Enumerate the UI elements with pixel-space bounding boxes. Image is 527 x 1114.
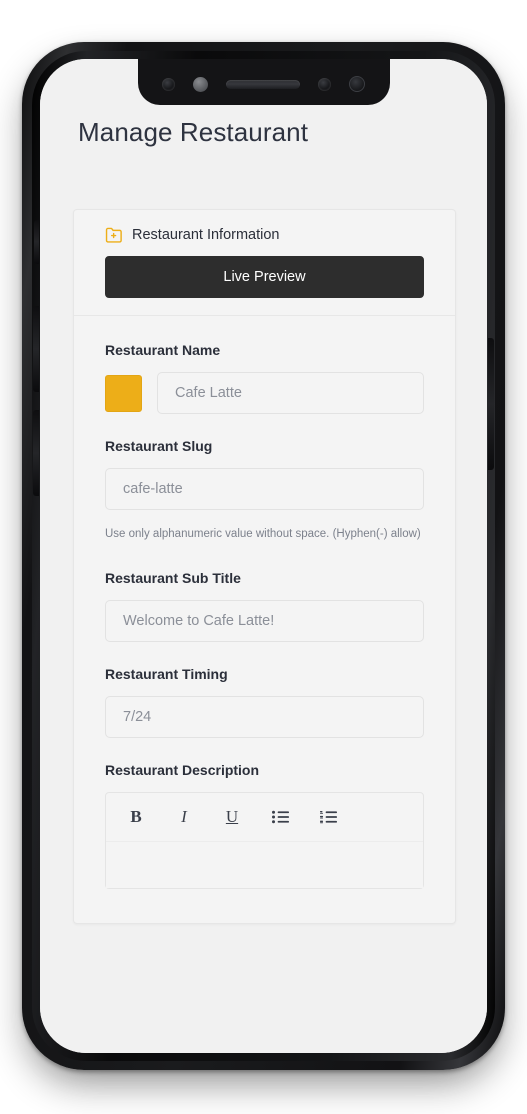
field-restaurant-name: Restaurant Name	[105, 342, 424, 414]
app-page: Manage Restaurant Restaurant Information	[40, 59, 487, 1053]
brand-color-swatch[interactable]	[105, 374, 142, 412]
underline-icon[interactable]: U	[208, 802, 256, 832]
card-header-title: Restaurant Information	[132, 227, 280, 243]
screenshot-stage: Manage Restaurant Restaurant Information	[0, 0, 527, 1114]
volume-down-button[interactable]	[33, 410, 39, 496]
restaurant-description-label: Restaurant Description	[105, 762, 260, 778]
editor-toolbar: B I U	[106, 793, 423, 842]
restaurant-slug-helper-text: Use only alphanumeric value without spac…	[105, 528, 421, 540]
restaurant-information-card: Restaurant Information Live Preview Rest…	[73, 209, 456, 924]
phone-notch	[137, 59, 390, 105]
field-restaurant-description: Restaurant Description B I U	[105, 762, 424, 889]
card-header-title-row: Restaurant Information	[105, 227, 424, 243]
restaurant-sub-title-label: Restaurant Sub Title	[105, 570, 241, 586]
bold-icon[interactable]: B	[112, 802, 160, 832]
infrared-sensor-icon	[318, 77, 331, 91]
restaurant-name-input[interactable]	[157, 372, 424, 414]
restaurant-slug-label: Restaurant Slug	[105, 438, 213, 454]
card-body: Restaurant Name Restaurant Slug Use only…	[74, 316, 455, 923]
phone-frame: Manage Restaurant Restaurant Information	[22, 42, 505, 1070]
phone-screen: Manage Restaurant Restaurant Information	[40, 59, 487, 1053]
field-restaurant-slug: Restaurant Slug Use only alphanumeric va…	[105, 438, 424, 546]
card-header: Restaurant Information Live Preview	[74, 210, 455, 316]
folder-plus-icon	[105, 227, 123, 243]
field-restaurant-timing: Restaurant Timing	[105, 666, 424, 738]
proximity-sensor-icon	[162, 77, 175, 91]
editor-text-area[interactable]	[106, 842, 423, 888]
restaurant-timing-label: Restaurant Timing	[105, 666, 228, 682]
silent-switch[interactable]	[34, 220, 39, 264]
restaurant-name-row	[105, 372, 424, 414]
field-restaurant-sub-title: Restaurant Sub Title	[105, 570, 424, 642]
ambient-light-sensor-icon	[193, 76, 208, 92]
front-camera-icon	[349, 76, 365, 92]
earpiece-speaker-icon	[226, 79, 300, 89]
restaurant-slug-input[interactable]	[105, 468, 424, 510]
volume-up-button[interactable]	[33, 306, 39, 392]
page-title: Manage Restaurant	[78, 117, 309, 147]
restaurant-sub-title-input[interactable]	[105, 600, 424, 642]
rich-text-editor: B I U	[105, 792, 424, 889]
restaurant-timing-input[interactable]	[105, 696, 424, 738]
numbered-list-icon[interactable]	[304, 802, 352, 832]
power-button[interactable]	[488, 338, 494, 470]
italic-icon[interactable]: I	[160, 802, 208, 832]
restaurant-name-label: Restaurant Name	[105, 342, 221, 358]
bullet-list-icon[interactable]	[256, 802, 304, 832]
live-preview-button[interactable]: Live Preview	[105, 256, 424, 298]
